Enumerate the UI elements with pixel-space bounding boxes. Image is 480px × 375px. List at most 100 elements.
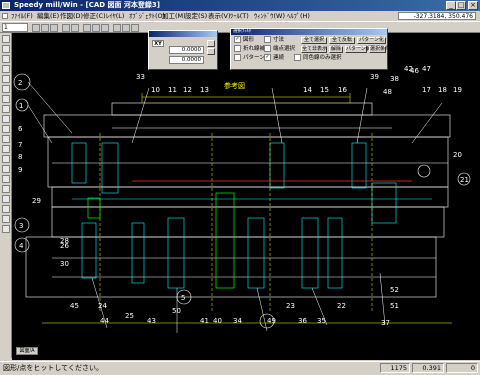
- invert-all-button[interactable]: 全て反転: [329, 37, 355, 44]
- menu-object[interactable]: ｵﾌﾞｼﾞｪｸﾄ(O): [129, 11, 165, 21]
- hatch-icon[interactable]: [2, 135, 10, 143]
- rotate-icon[interactable]: [2, 225, 10, 233]
- checkbox-continuous[interactable]: ✓ 連続: [264, 54, 284, 62]
- checkbox-shape-label: 図形: [243, 37, 255, 43]
- part-label-47: 47: [422, 65, 431, 73]
- menu-modify[interactable]: 修正(C): [83, 11, 106, 21]
- part-label-8: 8: [18, 153, 22, 161]
- zoom-out-icon[interactable]: [92, 24, 100, 32]
- offset-icon[interactable]: [2, 165, 10, 173]
- left-toolbar: [0, 33, 12, 358]
- drawing-canvas[interactable]: 参考図 2 1 3 4 5 6 7 8 9 10 11 12 13 14 15 …: [12, 33, 480, 360]
- ellipse-icon[interactable]: [2, 105, 10, 113]
- drawing-tab[interactable]: 図面/A: [16, 347, 38, 355]
- part-label-38: 38: [390, 75, 399, 83]
- cad-drawing: 参考図 2 1 3 4 5 6 7 8 9 10 11 12 13 14 15 …: [13, 65, 471, 333]
- redo-icon[interactable]: [71, 24, 79, 32]
- zoom-in-icon[interactable]: [83, 24, 91, 32]
- part-label-3: 3: [19, 222, 23, 230]
- maximize-button[interactable]: □: [456, 1, 466, 10]
- trim-icon[interactable]: [2, 145, 10, 153]
- checkbox-endpoint-box: [264, 45, 271, 52]
- make-pattern-button[interactable]: パターン化: [357, 37, 386, 44]
- part-label-30: 30: [60, 260, 69, 268]
- snap-icon[interactable]: [131, 24, 139, 32]
- part-label-1: 1: [19, 102, 23, 110]
- document-icon[interactable]: [2, 13, 8, 19]
- part-label-21: 21: [460, 176, 469, 184]
- hide-all-button[interactable]: 全て非表示: [301, 46, 327, 53]
- part-label-41: 41: [200, 317, 209, 325]
- fillet-icon[interactable]: [2, 175, 10, 183]
- checkbox-dimension-box: [264, 36, 271, 43]
- part-label-40: 40: [213, 317, 222, 325]
- title-bar[interactable]: Speedy mill/Win - [CAD 図面 河本登録3] _ □ ×: [0, 0, 480, 11]
- y-value-field[interactable]: 0.0000: [169, 56, 204, 64]
- menu-help[interactable]: ﾍﾙﾌﾟ(H): [287, 11, 310, 21]
- menu-window[interactable]: ｳｨﾝﾄﾞｳ(W): [254, 11, 285, 21]
- part-label-52: 52: [390, 286, 399, 294]
- line-icon[interactable]: [2, 55, 10, 63]
- part-label-23: 23: [286, 302, 295, 310]
- menu-tools[interactable]: ﾂｰﾙ(T): [230, 11, 249, 21]
- dimension-icon[interactable]: [2, 125, 10, 133]
- zoom-all-icon[interactable]: [101, 24, 109, 32]
- menu-file[interactable]: ﾌｧｲﾙ(F): [11, 11, 33, 21]
- select-condition-button[interactable]: 選択条件: [369, 46, 390, 53]
- menu-layer[interactable]: ﾚｲﾔ(L): [106, 11, 124, 21]
- part-label-14: 14: [303, 86, 312, 94]
- select-arrow-icon[interactable]: [2, 35, 10, 43]
- part-label-45: 45: [70, 302, 79, 310]
- checkbox-shape[interactable]: ✓ 図形: [234, 36, 254, 44]
- open-icon[interactable]: [41, 24, 49, 32]
- part-label-44: 44: [100, 317, 109, 325]
- coordinate-readout: -327.3184, 350.476: [398, 12, 476, 20]
- close-button[interactable]: ×: [468, 1, 478, 10]
- app-window: Speedy mill/Win - [CAD 図面 河本登録3] _ □ × ﾌ…: [0, 0, 480, 375]
- checkbox-endpoint[interactable]: 端点選択: [264, 45, 295, 53]
- checkbox-pattern-label: パターン: [243, 55, 265, 61]
- menu-draw[interactable]: 作図(D): [60, 11, 83, 21]
- mirror-icon[interactable]: [2, 215, 10, 223]
- circle-icon[interactable]: [2, 85, 10, 93]
- layer-select[interactable]: 1: [2, 23, 28, 32]
- selection-filter-panel: 選択ﾌｨﾙﾀ ✓ 図形 寸法 折れ線補助 端点選択 パターン ✓ 連続 同色線のみ選…: [230, 28, 390, 70]
- undo-icon[interactable]: [62, 24, 70, 32]
- release-button[interactable]: 解除: [329, 46, 343, 53]
- coordinate-input-panel: XY 0.0000 0.0000: [148, 30, 218, 70]
- polyline-icon[interactable]: [2, 65, 10, 73]
- menu-settings[interactable]: 設定(S): [185, 11, 207, 21]
- part-label-34: 34: [233, 317, 242, 325]
- arc-icon[interactable]: [2, 95, 10, 103]
- chamfer-icon[interactable]: [2, 185, 10, 193]
- text-icon[interactable]: [2, 115, 10, 123]
- menu-view[interactable]: 表示(V): [208, 11, 231, 21]
- status-bar: 図形/点をヒットしてください。 1175 0.391 0: [0, 361, 480, 375]
- app-icon[interactable]: [2, 2, 10, 9]
- point-icon[interactable]: [2, 45, 10, 53]
- menu-edit[interactable]: 編集(E): [37, 11, 59, 21]
- grid-icon[interactable]: [122, 24, 130, 32]
- minimize-button[interactable]: _: [446, 1, 456, 10]
- extend-icon[interactable]: [2, 155, 10, 163]
- checkbox-same-color[interactable]: 同色線のみ選択: [294, 54, 342, 62]
- new-icon[interactable]: [32, 24, 40, 32]
- panel-apply-icon[interactable]: [207, 48, 215, 55]
- panel-close-icon[interactable]: [207, 40, 215, 47]
- select-all-button[interactable]: 全て選択: [301, 37, 327, 44]
- status-value-2: 0.391: [412, 363, 444, 373]
- part-label-2: 2: [18, 79, 22, 87]
- move-icon[interactable]: [2, 195, 10, 203]
- menu-machining[interactable]: 加工(M): [162, 11, 186, 21]
- copy-icon[interactable]: [2, 205, 10, 213]
- save-icon[interactable]: [50, 24, 58, 32]
- panel-title-bar[interactable]: [149, 31, 217, 37]
- checkbox-pattern[interactable]: パターン: [234, 54, 265, 62]
- rectangle-icon[interactable]: [2, 75, 10, 83]
- part-label-51: 51: [390, 302, 399, 310]
- checkbox-dimension[interactable]: 寸法: [264, 36, 284, 44]
- release-pattern-button[interactable]: パターン解除: [345, 46, 376, 53]
- x-value-field[interactable]: 0.0000: [169, 46, 204, 54]
- redraw-icon[interactable]: [113, 24, 121, 32]
- selection-panel-title[interactable]: 選択ﾌｨﾙﾀ: [231, 29, 387, 35]
